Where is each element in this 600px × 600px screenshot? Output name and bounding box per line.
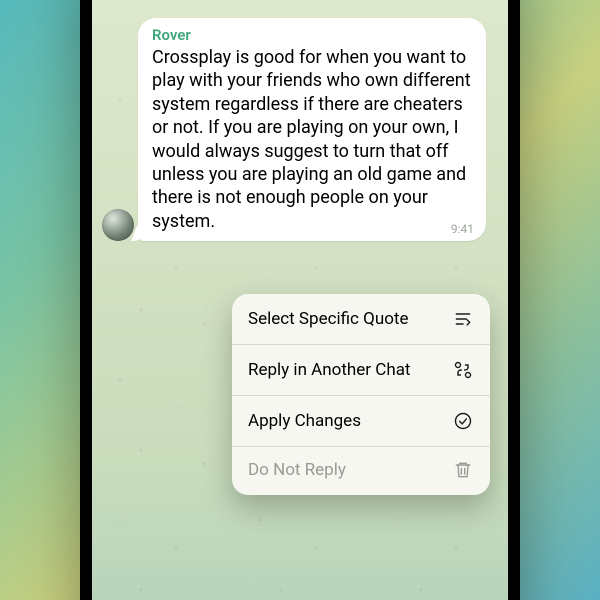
menu-label: Do Not Reply	[248, 460, 346, 480]
chat-content: Rover Crossplay is good for when you wan…	[92, 0, 508, 600]
message-time: 9:41	[451, 222, 474, 236]
phone-screen: Rover Crossplay is good for when you wan…	[92, 0, 508, 600]
context-menu: Select Specific Quote Reply in Another C…	[232, 294, 490, 495]
menu-apply-changes[interactable]: Apply Changes	[232, 396, 490, 447]
app-canvas: Rover Crossplay is good for when you wan…	[0, 0, 600, 600]
quote-icon	[452, 308, 474, 330]
message-text: Crossplay is good for when you want to p…	[152, 46, 472, 233]
message-row: Rover Crossplay is good for when you wan…	[92, 18, 508, 241]
sender-name: Rover	[152, 26, 472, 44]
check-circle-icon	[452, 410, 474, 432]
message-bubble[interactable]: Rover Crossplay is good for when you wan…	[138, 18, 486, 241]
phone-frame: Rover Crossplay is good for when you wan…	[80, 0, 520, 600]
menu-do-not-reply[interactable]: Do Not Reply	[232, 447, 490, 495]
menu-select-quote[interactable]: Select Specific Quote	[232, 294, 490, 345]
menu-label: Select Specific Quote	[248, 309, 409, 329]
swap-icon	[452, 359, 474, 381]
trash-icon	[452, 459, 474, 481]
avatar[interactable]	[102, 209, 134, 241]
menu-label: Reply in Another Chat	[248, 360, 411, 380]
menu-label: Apply Changes	[248, 411, 361, 431]
menu-reply-another-chat[interactable]: Reply in Another Chat	[232, 345, 490, 396]
